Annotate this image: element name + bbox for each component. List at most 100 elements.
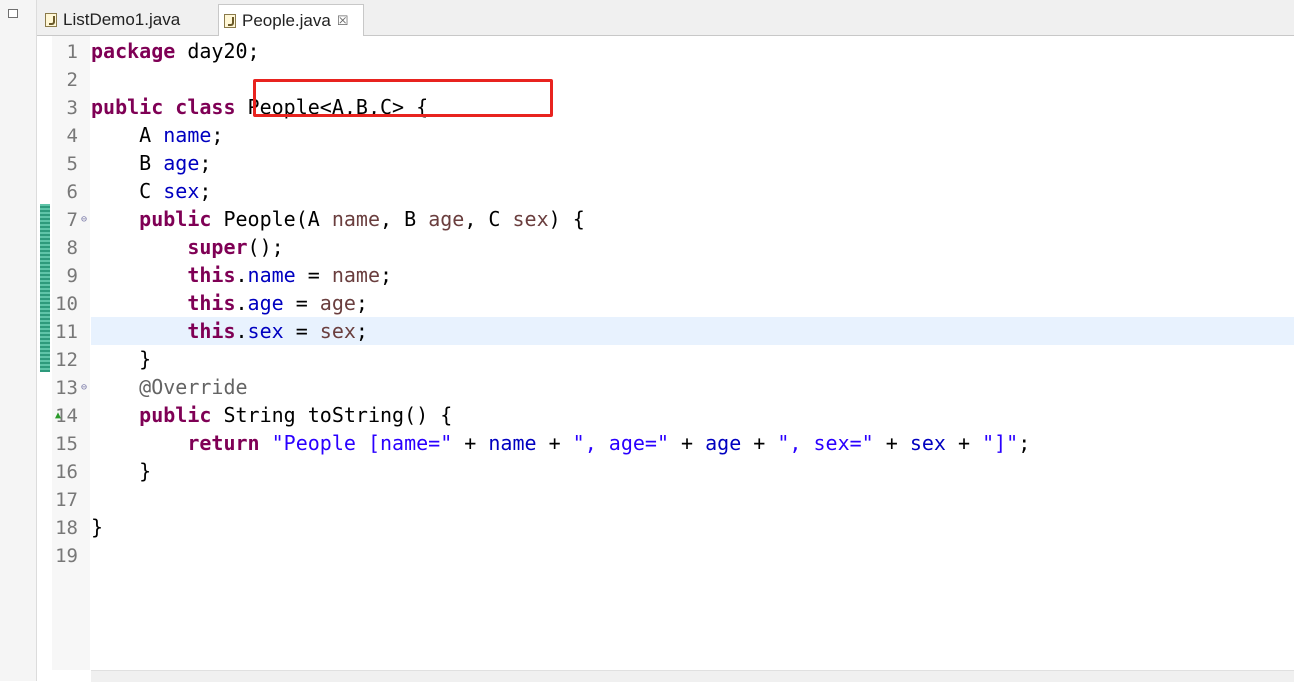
- code-token: , C: [464, 207, 513, 231]
- code-token: age: [705, 431, 742, 455]
- fold-collapse-icon[interactable]: ⊖: [81, 374, 87, 402]
- code-token: "]": [982, 431, 1019, 455]
- code-token: +: [452, 431, 489, 455]
- code-line[interactable]: this.sex = sex;: [91, 317, 1294, 345]
- close-tab-icon[interactable]: ☒: [337, 13, 349, 29]
- tab-people-java[interactable]: People.java ☒: [218, 4, 364, 36]
- code-token: ;: [199, 151, 212, 175]
- code-token: ;: [1018, 431, 1031, 455]
- line-number: 17: [55, 489, 78, 511]
- code-line[interactable]: @Override: [91, 373, 1294, 401]
- code-token: +: [669, 431, 706, 455]
- quick-diff-change-bar: [40, 204, 50, 372]
- code-line[interactable]: return "People [name=" + name + ", age="…: [91, 429, 1294, 457]
- code-line[interactable]: public String toString() {: [91, 401, 1294, 429]
- code-token: ;: [355, 319, 368, 343]
- code-line[interactable]: public People(A name, B age, C sex) {: [91, 205, 1294, 233]
- code-token: }: [91, 459, 152, 483]
- code-token: day20;: [175, 39, 260, 63]
- line-number: 16: [55, 461, 78, 483]
- line-number: 19: [55, 545, 78, 567]
- code-line[interactable]: this.age = age;: [91, 289, 1294, 317]
- line-number: 9: [66, 265, 78, 287]
- code-token: sex: [247, 319, 284, 343]
- code-token: ) {: [548, 207, 585, 231]
- code-line[interactable]: [91, 485, 1294, 513]
- code-token: , B: [380, 207, 429, 231]
- code-token: .: [235, 263, 248, 287]
- code-token: super: [187, 235, 248, 259]
- horizontal-scrollbar[interactable]: [91, 670, 1294, 682]
- java-file-icon: [224, 13, 236, 28]
- code-editor[interactable]: 1 2 3 4 5 6 7 ⊖ 8 9 10 11 12 13 ⊖ 14 ▲ 15 16 17 18 19 package…: [37, 36, 1294, 682]
- line-number: 1: [66, 41, 78, 63]
- code-token: ;: [355, 291, 368, 315]
- code-token: +: [536, 431, 573, 455]
- line-number: 15: [55, 433, 78, 455]
- code-token: name: [331, 263, 381, 287]
- code-token: age: [163, 151, 200, 175]
- code-token: +: [873, 431, 910, 455]
- line-number: 13: [55, 377, 78, 399]
- line-number: 12: [55, 349, 78, 371]
- code-token: this: [187, 319, 236, 343]
- code-token: ;: [199, 179, 212, 203]
- code-token: }: [91, 515, 104, 539]
- code-token: String toString() {: [211, 403, 453, 427]
- line-number: 18: [55, 517, 78, 539]
- restore-view-button[interactable]: [8, 9, 18, 18]
- code-token: name: [488, 431, 537, 455]
- code-token: }: [91, 347, 152, 371]
- code-token: .: [235, 319, 248, 343]
- code-area[interactable]: package day20; public class People<A,B,C>…: [91, 36, 1294, 670]
- code-line[interactable]: }: [91, 457, 1294, 485]
- code-token: public: [139, 207, 212, 231]
- fold-collapse-icon[interactable]: ⊖: [81, 206, 87, 234]
- tab-label: People.java: [242, 10, 331, 30]
- line-number: 10: [55, 293, 78, 315]
- tab-listdemo1-java[interactable]: ListDemo1.java: [41, 4, 215, 35]
- code-token: C: [91, 179, 164, 203]
- code-token: public: [91, 95, 164, 119]
- editor-tab-bar: ListDemo1.java People.java ☒: [37, 0, 1294, 36]
- change-ruler: [37, 36, 52, 681]
- code-token: "People [name=": [271, 431, 453, 455]
- code-token: name: [331, 207, 381, 231]
- code-line[interactable]: A name;: [91, 121, 1294, 149]
- line-number: 8: [66, 237, 78, 259]
- code-token: =: [283, 319, 320, 343]
- code-token: sex: [319, 319, 356, 343]
- code-line[interactable]: B age;: [91, 149, 1294, 177]
- java-file-icon: [45, 12, 57, 27]
- code-line[interactable]: C sex;: [91, 177, 1294, 205]
- code-token: ;: [380, 263, 393, 287]
- code-token: sex: [909, 431, 946, 455]
- code-line[interactable]: package day20;: [91, 37, 1294, 65]
- line-number: 4: [66, 125, 78, 147]
- code-token: +: [741, 431, 778, 455]
- code-token: A: [91, 123, 164, 147]
- code-line[interactable]: this.name = name;: [91, 261, 1294, 289]
- code-token: name: [247, 263, 296, 287]
- code-line[interactable]: }: [91, 345, 1294, 373]
- override-marker-icon[interactable]: ▲: [55, 402, 61, 430]
- code-token: =: [295, 263, 332, 287]
- code-token: sex: [163, 179, 200, 203]
- code-token: @Override: [139, 375, 248, 399]
- code-line[interactable]: }: [91, 513, 1294, 541]
- line-number: 6: [66, 181, 78, 203]
- line-number: 2: [66, 69, 78, 91]
- line-number: 7: [66, 209, 78, 231]
- line-number: 11: [55, 321, 78, 343]
- code-token: age: [428, 207, 465, 231]
- code-line[interactable]: super();: [91, 233, 1294, 261]
- code-line[interactable]: [91, 541, 1294, 569]
